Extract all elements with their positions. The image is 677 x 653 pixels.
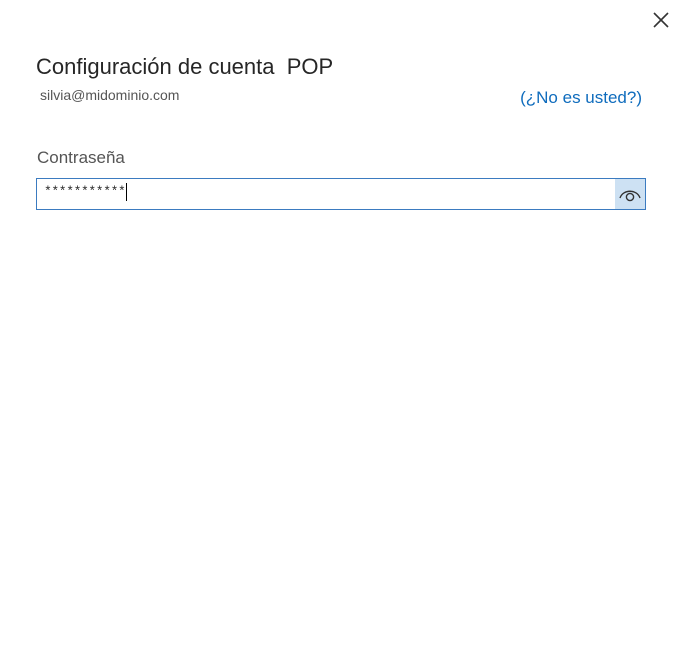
account-email: silvia@midominio.com [40,87,180,103]
close-icon [653,12,669,28]
dialog-title: Configuración de cuenta POP [36,54,334,79]
eye-icon [619,190,641,202]
text-caret [126,183,128,201]
password-masked-value: *********** [44,184,126,199]
close-button[interactable] [648,7,674,33]
not-you-link[interactable]: (¿No es usted?) [520,87,642,109]
password-label: Contraseña [37,148,125,167]
password-field[interactable]: *********** [36,178,646,210]
password-value-wrapper: *********** [44,183,128,201]
reveal-password-button[interactable] [615,179,645,209]
